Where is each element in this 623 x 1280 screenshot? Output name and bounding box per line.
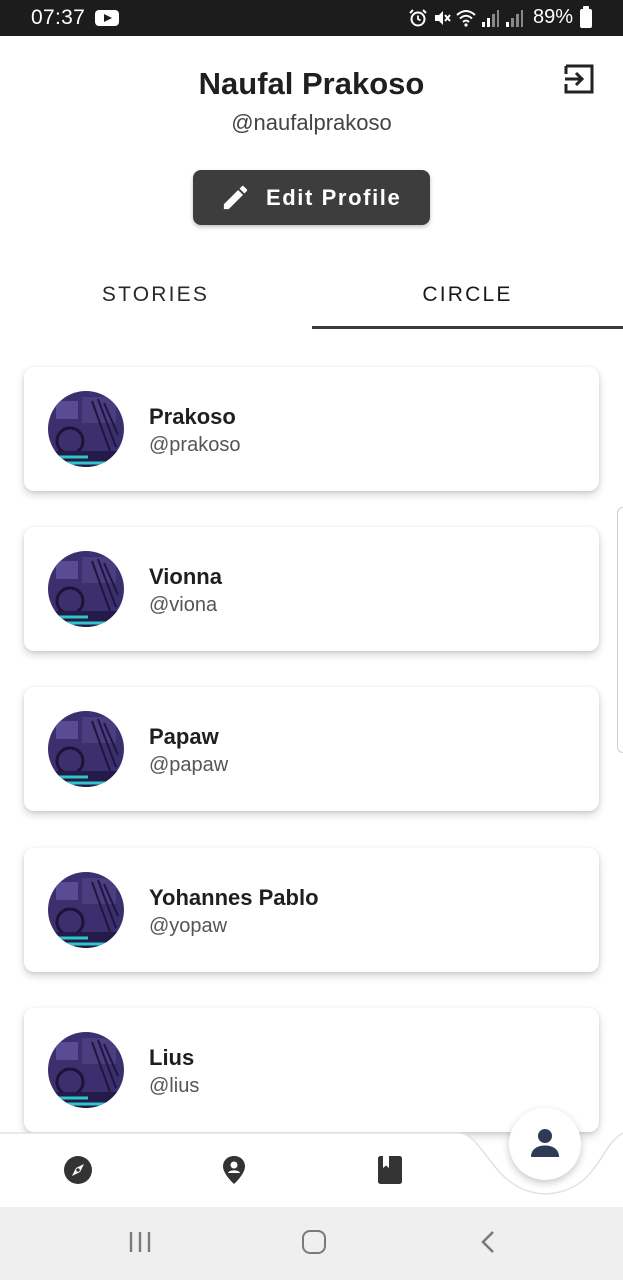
- home-icon[interactable]: [302, 1230, 326, 1254]
- tab-stories[interactable]: STORIES: [0, 283, 311, 307]
- circle-member-handle: @prakoso: [149, 434, 241, 456]
- status-bar: 07:37 89%: [0, 0, 623, 36]
- logout-icon[interactable]: [562, 62, 596, 96]
- pencil-icon: [223, 185, 248, 210]
- edit-profile-label: Edit Profile: [266, 185, 402, 210]
- battery-level: 89%: [533, 6, 574, 28]
- avatar: [48, 711, 124, 787]
- circle-member-handle: @viona: [149, 594, 218, 616]
- status-icons: [408, 6, 524, 30]
- circle-member-name: Vionna: [149, 564, 222, 589]
- map-pin-icon[interactable]: [219, 1155, 249, 1185]
- circle-member-handle: @papaw: [149, 754, 229, 776]
- compass-icon[interactable]: [63, 1155, 93, 1185]
- recents-icon[interactable]: [128, 1231, 152, 1253]
- circle-member-name: Yohannes Pablo: [149, 885, 319, 910]
- youtube-notification-icon: [95, 10, 119, 26]
- signal-icon-2: [506, 10, 523, 27]
- avatar: [48, 872, 124, 948]
- battery-icon: [580, 6, 592, 28]
- avatar: [48, 391, 124, 467]
- list-item[interactable]: Prakoso @prakoso: [24, 367, 599, 491]
- circle-member-handle: @yopaw: [149, 915, 228, 937]
- list-item[interactable]: Lius @lius: [24, 1008, 599, 1132]
- person-icon: [531, 1129, 559, 1157]
- alarm-icon: [409, 9, 427, 27]
- book-icon[interactable]: [375, 1155, 405, 1185]
- app-screen: 07:37 89% Naufal Prakoso @naufalprakoso …: [0, 0, 623, 1280]
- list-item[interactable]: Papaw @papaw: [24, 687, 599, 811]
- signal-icon: [482, 10, 499, 27]
- wifi-icon: [456, 10, 476, 27]
- circle-member-name: Lius: [149, 1045, 195, 1070]
- mute-icon: [435, 11, 451, 25]
- avatar: [48, 551, 124, 627]
- circle-member-name: Prakoso: [149, 404, 236, 429]
- tab-circle[interactable]: CIRCLE: [312, 283, 623, 307]
- circle-member-handle: @lius: [149, 1075, 200, 1097]
- status-time: 07:37: [31, 6, 86, 29]
- avatar: [48, 1032, 124, 1108]
- tab-indicator: [312, 326, 623, 329]
- profile-name: Naufal Prakoso: [198, 66, 425, 101]
- edit-profile-button[interactable]: Edit Profile: [193, 170, 430, 225]
- scroll-edge-indicator: [617, 507, 623, 753]
- back-icon[interactable]: [478, 1230, 498, 1254]
- profile-fab-button[interactable]: [509, 1108, 581, 1180]
- list-item[interactable]: Vionna @viona: [24, 527, 599, 651]
- profile-handle: @naufalprakoso: [231, 110, 392, 135]
- circle-member-name: Papaw: [149, 724, 219, 749]
- list-item[interactable]: Yohannes Pablo @yopaw: [24, 848, 599, 972]
